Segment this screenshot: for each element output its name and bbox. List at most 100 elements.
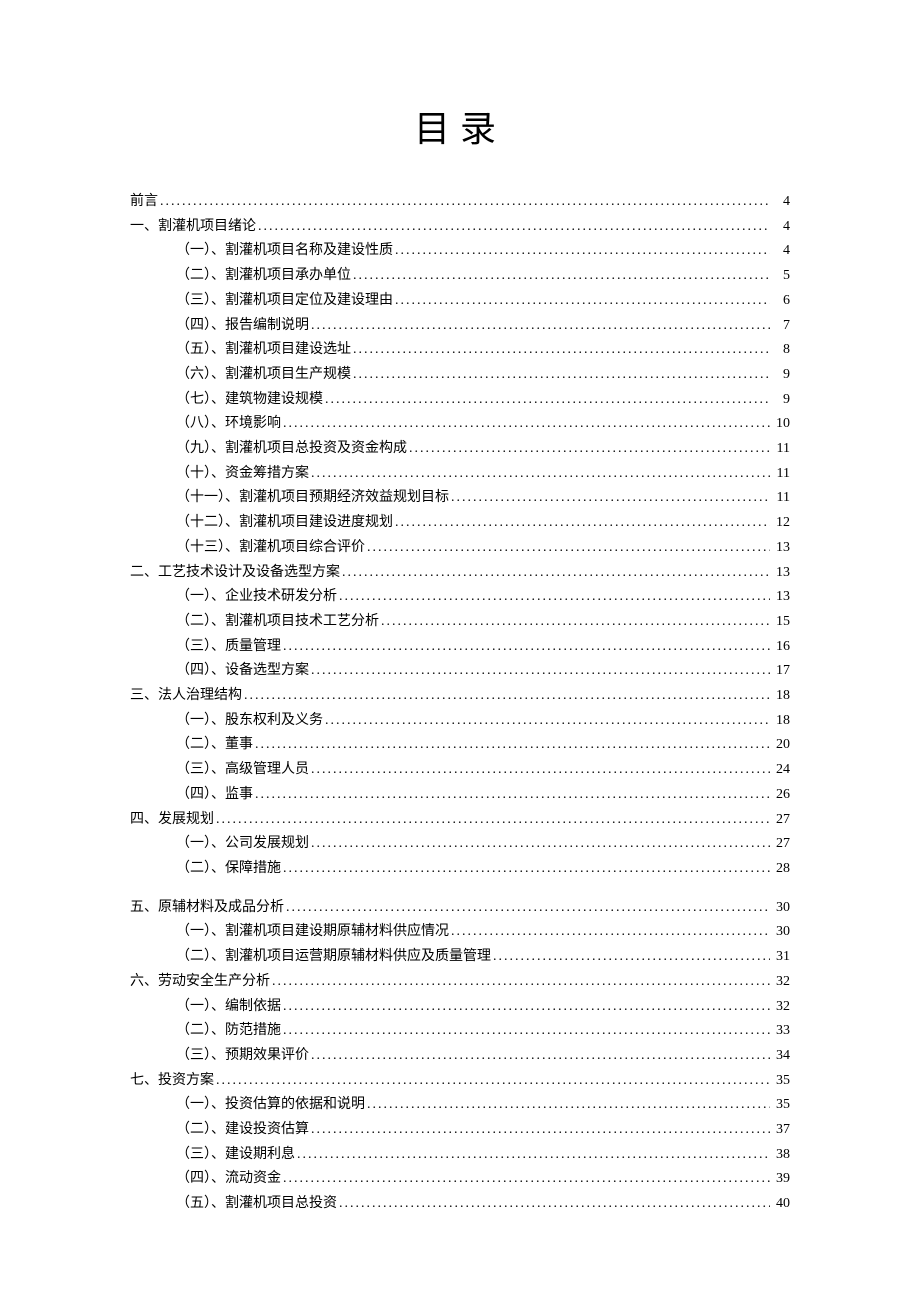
toc-entry-label: 三、法人治理结构 xyxy=(130,684,242,709)
toc-dots xyxy=(353,264,770,289)
toc-dots xyxy=(451,486,770,511)
toc-entry-label: （一）、公司发展规划 xyxy=(176,832,309,857)
toc-dots xyxy=(216,1069,770,1094)
toc-entry: （三）、高级管理人员 24 xyxy=(176,758,790,783)
toc-entry: 一、割灌机项目绪论4 xyxy=(130,215,790,240)
toc-entry: （一）、公司发展规划 27 xyxy=(176,832,790,857)
toc-entry: （四）、报告编制说明 7 xyxy=(176,314,790,339)
toc-dots xyxy=(311,1044,770,1069)
toc-entry-page: 34 xyxy=(772,1044,790,1069)
toc-entry-label: （四）、监事 xyxy=(176,783,253,808)
table-of-contents: 前言4一、割灌机项目绪论4（一）、割灌机项目名称及建设性质4（二）、割灌机项目承… xyxy=(130,190,790,1217)
toc-entry: （三）、割灌机项目定位及建设理由 6 xyxy=(176,289,790,314)
toc-dots xyxy=(325,709,770,734)
toc-entry-label: 六、劳动安全生产分析 xyxy=(130,970,270,995)
toc-dots xyxy=(311,314,770,339)
toc-entry-label: （九）、割灌机项目总投资及资金构成 xyxy=(176,437,407,462)
toc-entry-page: 10 xyxy=(772,412,790,437)
toc-entry-label: （二）、董事 xyxy=(176,733,253,758)
toc-entry: （五）、割灌机项目建设选址8 xyxy=(176,338,790,363)
toc-dots xyxy=(325,388,770,413)
toc-entry: （二）、建设投资估算37 xyxy=(176,1118,790,1143)
toc-dots xyxy=(367,536,770,561)
toc-entry: 三、法人治理结构18 xyxy=(130,684,790,709)
toc-entry-label: （十三）、割灌机项目综合评价 xyxy=(176,536,365,561)
toc-entry: （八）、环境影响 10 xyxy=(176,412,790,437)
toc-entry-page: 6 xyxy=(772,289,790,314)
toc-dots xyxy=(339,1192,770,1217)
toc-entry-page: 9 xyxy=(772,388,790,413)
toc-entry-page: 13 xyxy=(772,536,790,561)
toc-entry-page: 7 xyxy=(772,314,790,339)
toc-entry: （三）、建设期利息38 xyxy=(176,1143,790,1168)
toc-entry-label: （三）、割灌机项目定位及建设理由 xyxy=(176,289,393,314)
toc-entry-label: （五）、割灌机项目总投资 xyxy=(176,1192,337,1217)
toc-entry-label: （一）、投资估算的依据和说明 xyxy=(176,1093,365,1118)
toc-dots xyxy=(283,1167,770,1192)
toc-dots xyxy=(311,462,770,487)
toc-dots xyxy=(283,412,770,437)
toc-entry-label: （一）、企业技术研发分析 xyxy=(176,585,337,610)
toc-dots xyxy=(255,733,770,758)
toc-entry: 六、劳动安全生产分析32 xyxy=(130,970,790,995)
toc-entry: 前言4 xyxy=(130,190,790,215)
toc-dots xyxy=(216,808,770,833)
toc-entry-label: （三）、质量管理 xyxy=(176,635,281,660)
toc-entry-page: 16 xyxy=(772,635,790,660)
toc-entry-label: （四）、报告编制说明 xyxy=(176,314,309,339)
toc-entry-label: 前言 xyxy=(130,190,158,215)
toc-dots xyxy=(311,758,770,783)
toc-entry: （十）、资金筹措方案11 xyxy=(176,462,790,487)
toc-dots xyxy=(244,684,770,709)
toc-entry: （二）、防范措施33 xyxy=(176,1019,790,1044)
toc-entry-label: （一）、编制依据 xyxy=(176,995,281,1020)
toc-entry-page: 27 xyxy=(772,832,790,857)
toc-entry-page: 26 xyxy=(772,783,790,808)
toc-entry-page: 11 xyxy=(772,486,790,511)
toc-entry-page: 17 xyxy=(772,659,790,684)
toc-dots xyxy=(258,215,770,240)
toc-dots xyxy=(342,561,770,586)
toc-dots xyxy=(395,239,770,264)
toc-entry-label: （二）、割灌机项目技术工艺分析 xyxy=(176,610,379,635)
toc-entry: （六）、割灌机项目生产规模9 xyxy=(176,363,790,388)
toc-entry: （二）、保障措施28 xyxy=(176,857,790,882)
toc-entry: （一）、投资估算的依据和说明35 xyxy=(176,1093,790,1118)
toc-entry-label: （六）、割灌机项目生产规模 xyxy=(176,363,351,388)
toc-entry-label: （一）、割灌机项目建设期原辅材料供应情况 xyxy=(176,920,449,945)
toc-dots xyxy=(311,659,770,684)
toc-entry: （四）、监事 26 xyxy=(176,783,790,808)
toc-entry-label: 四、发展规划 xyxy=(130,808,214,833)
toc-entry-page: 24 xyxy=(772,758,790,783)
toc-entry-page: 27 xyxy=(772,808,790,833)
toc-dots xyxy=(311,1118,770,1143)
toc-entry-label: （二）、保障措施 xyxy=(176,857,281,882)
toc-entry-label: （一）、割灌机项目名称及建设性质 xyxy=(176,239,393,264)
toc-entry-label: （四）、设备选型方案 xyxy=(176,659,309,684)
toc-entry-label: （八）、环境影响 xyxy=(176,412,281,437)
toc-dots xyxy=(283,635,770,660)
toc-dots xyxy=(493,945,770,970)
toc-entry: （十一）、割灌机项目预期经济效益规划目标 11 xyxy=(176,486,790,511)
toc-entry-label: （一）、股东权利及义务 xyxy=(176,709,323,734)
toc-dots xyxy=(283,857,770,882)
toc-dots xyxy=(395,289,770,314)
toc-entry-page: 18 xyxy=(772,709,790,734)
toc-entry-label: （三）、高级管理人员 xyxy=(176,758,309,783)
toc-entry-label: （十一）、割灌机项目预期经济效益规划目标 xyxy=(176,486,449,511)
toc-entry-label: 二、工艺技术设计及设备选型方案 xyxy=(130,561,340,586)
toc-entry-page: 15 xyxy=(772,610,790,635)
toc-entry-page: 13 xyxy=(772,561,790,586)
toc-dots xyxy=(353,363,770,388)
toc-entry-label: 五、原辅材料及成品分析 xyxy=(130,896,284,921)
toc-entry-page: 13 xyxy=(772,585,790,610)
toc-dots xyxy=(451,920,770,945)
toc-entry: （四）、设备选型方案 17 xyxy=(176,659,790,684)
toc-entry-label: （二）、割灌机项目运营期原辅材料供应及质量管理 xyxy=(176,945,491,970)
toc-entry-label: （十）、资金筹措方案 xyxy=(176,462,309,487)
toc-entry: （一）、编制依据32 xyxy=(176,995,790,1020)
section-gap xyxy=(130,882,790,896)
toc-entry: （五）、割灌机项目总投资40 xyxy=(176,1192,790,1217)
toc-entry-page: 39 xyxy=(772,1167,790,1192)
toc-entry-page: 37 xyxy=(772,1118,790,1143)
